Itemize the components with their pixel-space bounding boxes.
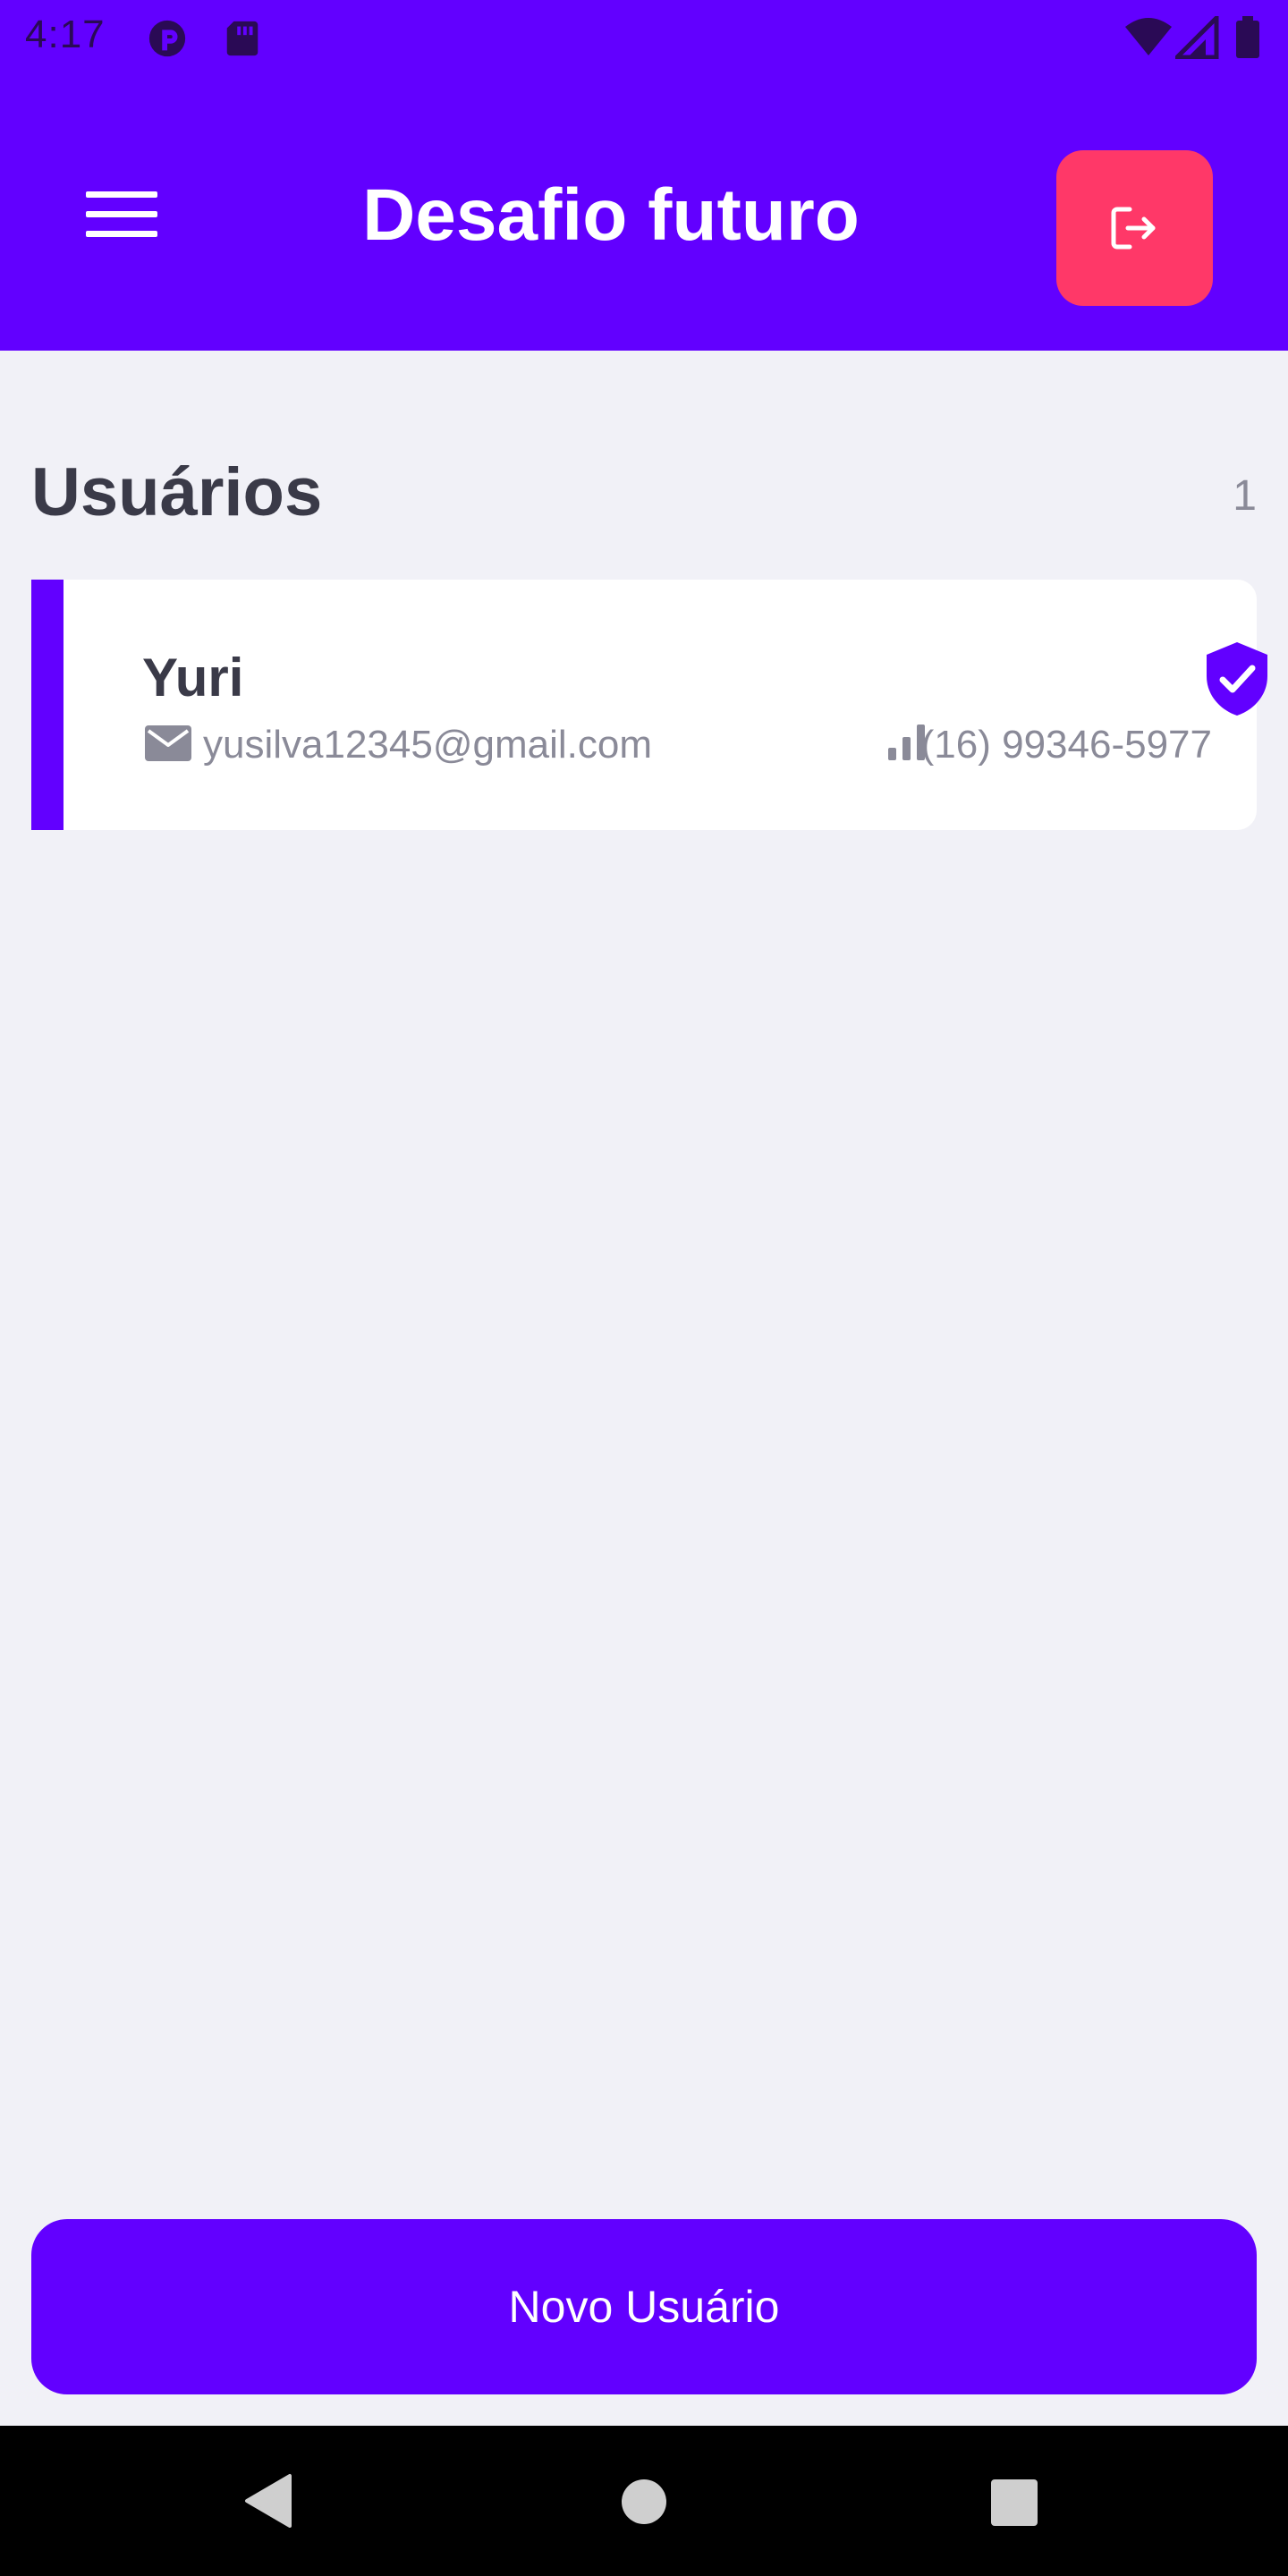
- user-phone: (16) 99346-5977: [920, 723, 1212, 767]
- status-time: 4:17: [25, 13, 106, 56]
- recents-icon[interactable]: [991, 2479, 1038, 2526]
- hamburger-menu-icon: [86, 191, 157, 198]
- app-header: Desafio futuro: [0, 75, 1288, 351]
- status-bar: 4:17: [0, 0, 1288, 75]
- user-card-body: Yuri yusilva12345@gmail.com (16) 99346-5…: [64, 580, 1267, 830]
- section-title: Usuários: [31, 454, 323, 530]
- sd-card-icon: [226, 21, 258, 56]
- verified-shield-icon: [1207, 642, 1267, 716]
- hamburger-menu-icon-bar: [86, 211, 157, 217]
- user-card[interactable]: Yuri yusilva12345@gmail.com (16) 99346-5…: [31, 580, 1267, 830]
- user-card-accent: [31, 580, 64, 830]
- new-user-button[interactable]: Novo Usuário: [31, 2219, 1257, 2394]
- wifi-icon: [1125, 18, 1172, 55]
- menu-button[interactable]: [80, 184, 163, 249]
- data-saver-icon: [148, 20, 186, 57]
- mail-icon: [145, 725, 191, 761]
- system-nav-bar: [0, 2426, 1288, 2576]
- user-name: Yuri: [142, 648, 244, 708]
- home-icon[interactable]: [622, 2479, 666, 2524]
- page-title: Desafio futuro: [362, 174, 860, 256]
- logout-icon: [1111, 207, 1156, 250]
- hamburger-menu-icon-bar: [86, 231, 157, 237]
- logout-button[interactable]: [1056, 150, 1213, 306]
- user-email: yusilva12345@gmail.com: [203, 723, 653, 767]
- back-icon[interactable]: [242, 2472, 295, 2529]
- users-count: 1: [1233, 472, 1257, 520]
- app-root: 4:17 Desafio futuro Usuários 1 Yuri yusi…: [0, 0, 1288, 2576]
- cell-signal-icon: [1175, 16, 1219, 59]
- battery-icon: [1236, 16, 1259, 58]
